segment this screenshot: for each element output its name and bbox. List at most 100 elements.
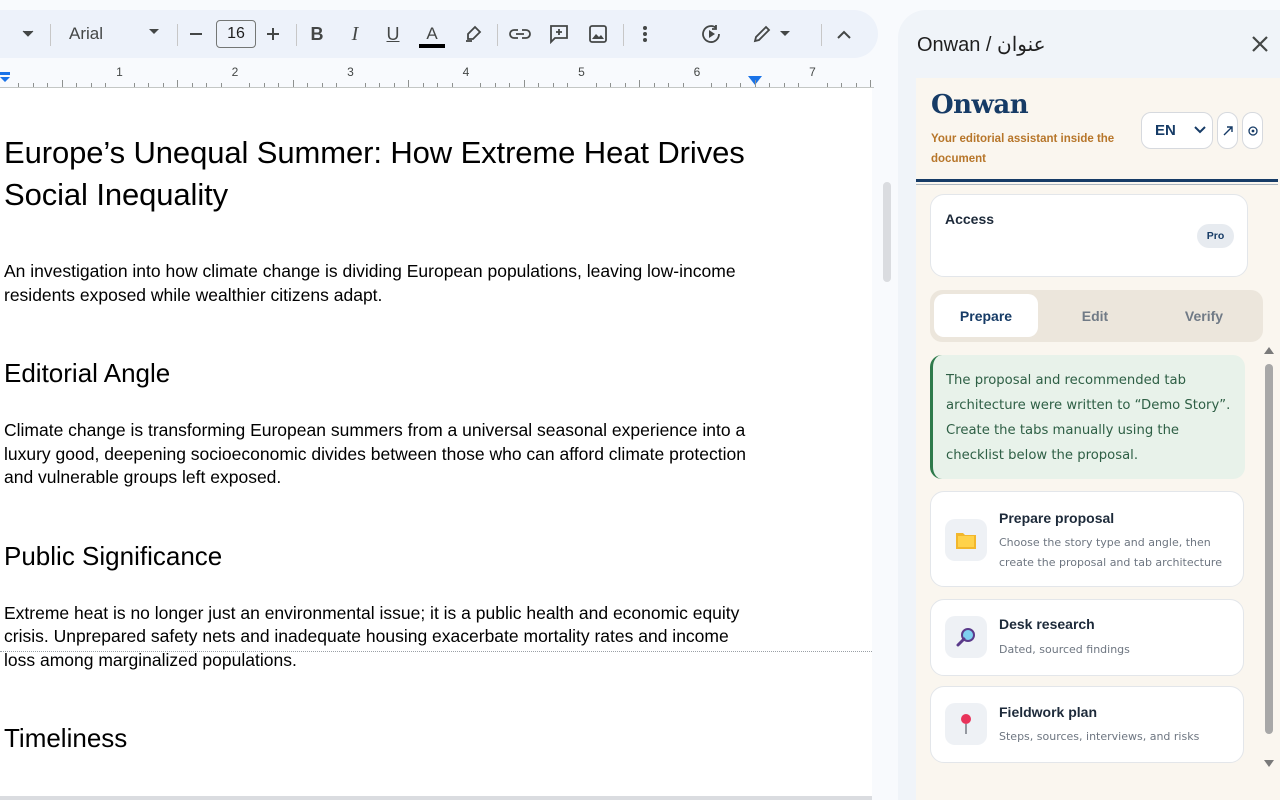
insert-image-button[interactable] (585, 10, 611, 58)
increase-font-size-button[interactable] (261, 10, 285, 58)
text-color-button[interactable]: A (418, 10, 446, 58)
ruler-number: 5 (578, 65, 585, 79)
scroll-up-arrow-icon[interactable] (1264, 346, 1274, 354)
step-card-desk-research[interactable]: Desk research Dated, sourced findings (930, 599, 1244, 676)
bold-button[interactable]: B (305, 10, 329, 58)
app-body: Access Pro Prepare Edit Verify The propo… (916, 190, 1280, 800)
toolbar-divider (296, 24, 297, 46)
folder-icon (945, 519, 987, 561)
ruler-number: 2 (231, 65, 239, 79)
section-heading[interactable]: Public Significance (4, 540, 764, 572)
brand-logo: Onwan (931, 90, 1029, 120)
collapse-toolbar-button[interactable] (832, 10, 856, 58)
brand-tagline: Your editorial assistant inside the docu… (931, 133, 1115, 165)
pencil-icon (753, 25, 771, 43)
ruler-tick (870, 80, 872, 87)
scroll-down-arrow-icon[interactable] (1264, 760, 1274, 768)
more-options-button[interactable] (633, 10, 657, 58)
editing-mode-button[interactable] (746, 10, 796, 58)
ruler-tick (523, 80, 525, 87)
magnifier-icon (945, 616, 987, 658)
section-heading[interactable]: Editorial Angle (4, 357, 764, 389)
pushpin-icon (945, 703, 987, 745)
section-body[interactable]: Extreme heat is no longer just an enviro… (4, 602, 764, 673)
ruler-number: 4 (462, 65, 470, 79)
panel-title: Onwan / عنوان (917, 34, 1046, 56)
step-description: Steps, sources, interviews, and risks (999, 730, 1200, 743)
ruler-tick (639, 80, 641, 87)
playback-button[interactable] (697, 10, 725, 58)
left-indent-marker-icon[interactable] (0, 72, 10, 82)
open-external-button[interactable] (1217, 112, 1238, 149)
document-body[interactable]: Europe’s Unequal Summer: How Extreme Hea… (4, 132, 764, 784)
font-family-value: Arial (69, 24, 104, 43)
chevron-down-icon (1194, 126, 1206, 134)
language-select[interactable]: EN (1141, 112, 1213, 149)
document-scrollbar[interactable] (881, 90, 893, 796)
toolbar-divider (623, 24, 624, 46)
access-label: Access (945, 211, 995, 227)
font-family-select[interactable]: Arial (58, 10, 168, 58)
close-icon (1252, 36, 1268, 52)
link-icon (509, 29, 531, 39)
ruler-tick (408, 80, 410, 87)
step-card-fieldwork-plan[interactable]: Fieldwork plan Steps, sources, interview… (930, 686, 1244, 763)
workflow-tabs: Prepare Edit Verify (930, 290, 1263, 342)
style-dropdown-caret-icon[interactable] (16, 10, 40, 58)
chevron-down-icon (149, 29, 159, 34)
italic-button[interactable]: I (343, 10, 367, 58)
tab-edit[interactable]: Edit (1043, 294, 1147, 337)
ruler-number: 6 (693, 65, 701, 79)
horizontal-scrollbar[interactable] (0, 796, 872, 800)
section-body[interactable]: Climate change is transforming European … (4, 419, 764, 490)
highlighter-pen-icon (466, 25, 482, 42)
ruler-tick (177, 80, 179, 87)
panel-scrollbar-thumb[interactable] (1265, 364, 1273, 734)
settings-button[interactable] (1242, 112, 1263, 149)
tab-verify[interactable]: Verify (1152, 294, 1256, 337)
ruler-number: 7 (809, 65, 816, 79)
document-scrollbar-thumb[interactable] (883, 182, 891, 282)
section-heading[interactable]: Timeliness (4, 722, 764, 754)
toolbar-divider (177, 24, 178, 46)
ruler-number: 1 (116, 65, 123, 79)
step-title: Prepare proposal (999, 510, 1115, 526)
ruler-tick (292, 80, 294, 87)
step-description: Dated, sourced findings (999, 643, 1130, 656)
underline-button[interactable]: U (381, 10, 405, 58)
add-comment-button[interactable] (546, 10, 572, 58)
highlight-color-button[interactable] (461, 10, 485, 58)
step-description: Choose the story type and angle, then cr… (999, 536, 1222, 569)
side-panel: Onwan / عنوان Onwan Your editorial assis… (898, 10, 1280, 800)
image-icon (589, 25, 607, 43)
decrease-font-size-button[interactable] (184, 10, 208, 58)
chevron-up-icon (837, 30, 851, 39)
document-title[interactable]: Europe’s Unequal Summer: How Extreme Hea… (4, 132, 764, 216)
access-card: Access Pro (930, 194, 1248, 277)
step-title: Fieldwork plan (999, 704, 1098, 720)
more-vertical-icon (643, 26, 647, 42)
ruler-number: 3 (347, 65, 354, 79)
step-card-prepare-proposal[interactable]: Prepare proposal Choose the story type a… (930, 491, 1244, 587)
app-header: Onwan Your editorial assistant inside th… (916, 78, 1278, 185)
onwan-app: Onwan Your editorial assistant inside th… (916, 78, 1280, 800)
horizontal-ruler[interactable]: 1 2 3 4 5 6 7 (0, 62, 878, 88)
toolbar-divider (50, 24, 51, 46)
page-break-line (0, 651, 872, 652)
formatting-toolbar: Arial 16 B I U A (0, 10, 878, 58)
document-page[interactable]: Europe’s Unequal Summer: How Extreme Hea… (0, 88, 872, 796)
step-title: Desk research (999, 616, 1095, 632)
toolbar-divider (821, 24, 822, 46)
document-intro[interactable]: An investigation into how climate change… (4, 260, 764, 307)
toolbar-divider (497, 24, 498, 46)
tab-prepare[interactable]: Prepare (934, 294, 1038, 337)
comment-plus-icon (550, 25, 568, 44)
insert-link-button[interactable] (507, 10, 533, 58)
close-panel-button[interactable] (1248, 32, 1272, 56)
ruler-tick (754, 80, 756, 87)
play-circle-icon (702, 25, 720, 43)
language-value: EN (1155, 122, 1176, 139)
font-size-input[interactable]: 16 (216, 20, 256, 48)
panel-scrollbar[interactable] (1263, 346, 1275, 772)
status-notice: The proposal and recommended tab archite… (930, 355, 1245, 479)
